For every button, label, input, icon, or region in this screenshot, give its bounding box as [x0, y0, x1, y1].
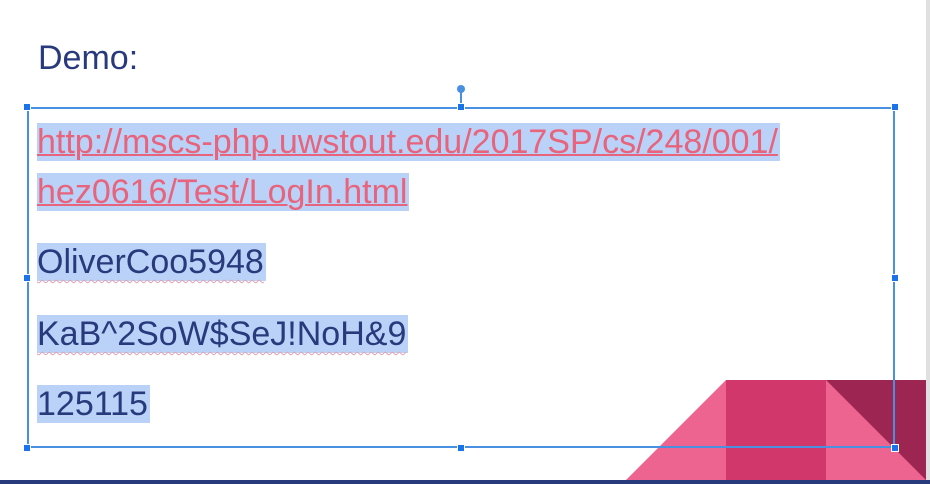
slide-bottom-edge [0, 480, 930, 484]
resize-handle-bottom-left[interactable] [23, 444, 31, 452]
username-text: OliverCoo5948 [37, 243, 266, 281]
resize-handle-top-center[interactable] [457, 103, 465, 111]
url-line-2: hez0616/Test/LogIn.html [37, 167, 410, 217]
code-text: 125115 [37, 385, 150, 423]
resize-handle-bottom-right[interactable] [891, 444, 899, 452]
demo-url-link-part1[interactable]: http://mscs-php.uwstout.edu/2017SP/cs/24… [37, 123, 780, 161]
demo-url-link-part2[interactable]: hez0616/Test/LogIn.html [37, 173, 410, 211]
rotate-handle[interactable] [457, 85, 465, 93]
resize-handle-top-left[interactable] [23, 103, 31, 111]
password-line: KaB^2SoW$SeJ!NoH&9 [37, 309, 409, 359]
password-text: KaB^2SoW$SeJ!NoH&9 [37, 315, 409, 353]
code-line: 125115 [37, 379, 150, 429]
url-line-1: http://mscs-php.uwstout.edu/2017SP/cs/24… [37, 117, 780, 167]
username-line: OliverCoo5948 [37, 237, 266, 287]
resize-handle-middle-right[interactable] [891, 274, 899, 282]
resize-handle-bottom-center[interactable] [457, 444, 465, 452]
resize-handle-middle-left[interactable] [23, 274, 31, 282]
resize-handle-top-right[interactable] [891, 103, 899, 111]
